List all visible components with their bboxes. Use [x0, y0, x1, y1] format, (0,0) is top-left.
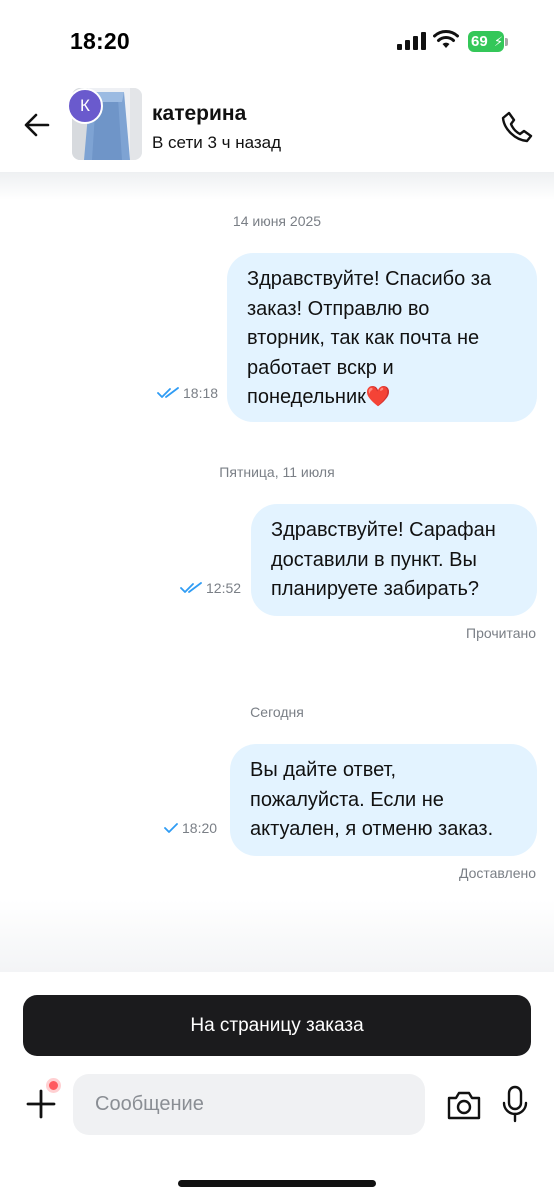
message-status: Прочитано — [466, 625, 536, 641]
back-arrow-icon — [24, 113, 50, 137]
check-icon — [164, 823, 178, 833]
message-line: вторник, так как почта не — [247, 327, 480, 349]
message-time: 18:18 — [183, 385, 219, 401]
header-shadow — [0, 172, 554, 200]
camera-icon[interactable] — [446, 1089, 482, 1121]
date-separator: Сегодня — [250, 704, 304, 720]
message-bubble[interactable]: Здравствуйте! Спасибо за заказ! Отправлю… — [227, 253, 537, 422]
message-status: Доставлено — [458, 865, 536, 881]
avatar-badge: К — [67, 88, 103, 124]
message-line: Вы дайте ответ, — [250, 759, 397, 781]
message-line: работает вскр и — [247, 356, 394, 379]
contact-name[interactable]: катерина — [152, 102, 246, 126]
message-line: Здравствуйте! Спасибо за — [247, 268, 492, 290]
contact-status: В сети 3 ч назад — [152, 133, 282, 152]
order-page-button[interactable]: На страницу заказа — [23, 995, 531, 1056]
message-time: 18:20 — [182, 820, 218, 836]
battery-level: 69 — [471, 33, 488, 50]
message-meta: 18:18 — [157, 385, 218, 401]
message-line: пожалуйста. Если не — [250, 788, 444, 811]
message-line: понедельник❤️ — [247, 386, 391, 408]
message-line: доставили в пункт. Вы — [271, 548, 477, 571]
wifi-icon — [433, 30, 459, 48]
microphone-icon[interactable] — [502, 1085, 528, 1123]
message-line: Здравствуйте! Сарафан — [271, 519, 496, 541]
date-separator: 14 июня 2025 — [232, 213, 322, 229]
home-indicator[interactable] — [178, 1180, 376, 1187]
message-line: планируете забирать? — [271, 578, 480, 600]
message-time: 12:52 — [206, 580, 242, 596]
back-button[interactable] — [20, 108, 54, 142]
status-time: 18:20 — [70, 28, 130, 54]
battery-icon: 69 ⚡ — [468, 31, 508, 52]
message-meta: 18:20 — [164, 820, 217, 836]
chat-bottom-fade — [0, 900, 554, 972]
message-meta: 12:52 — [180, 580, 241, 596]
date-separator: Пятница, 11 июля — [219, 464, 335, 480]
status-bar: 18:20 69 ⚡ — [0, 0, 554, 80]
charging-bolt-icon: ⚡ — [494, 34, 504, 49]
message-line: заказ! Отправлю во — [247, 297, 430, 320]
message-line: актуален, я отменю заказ. — [250, 818, 494, 840]
phone-icon[interactable] — [500, 110, 534, 144]
message-bubble[interactable]: Вы дайте ответ, пожалуйста. Если не акту… — [230, 744, 537, 856]
message-bubble[interactable]: Здравствуйте! Сарафан доставили в пункт.… — [251, 504, 537, 616]
double-check-icon — [180, 582, 202, 593]
double-check-icon — [157, 387, 179, 398]
signal-icon — [397, 32, 426, 50]
notification-dot — [46, 1078, 61, 1093]
message-input[interactable] — [73, 1074, 425, 1135]
